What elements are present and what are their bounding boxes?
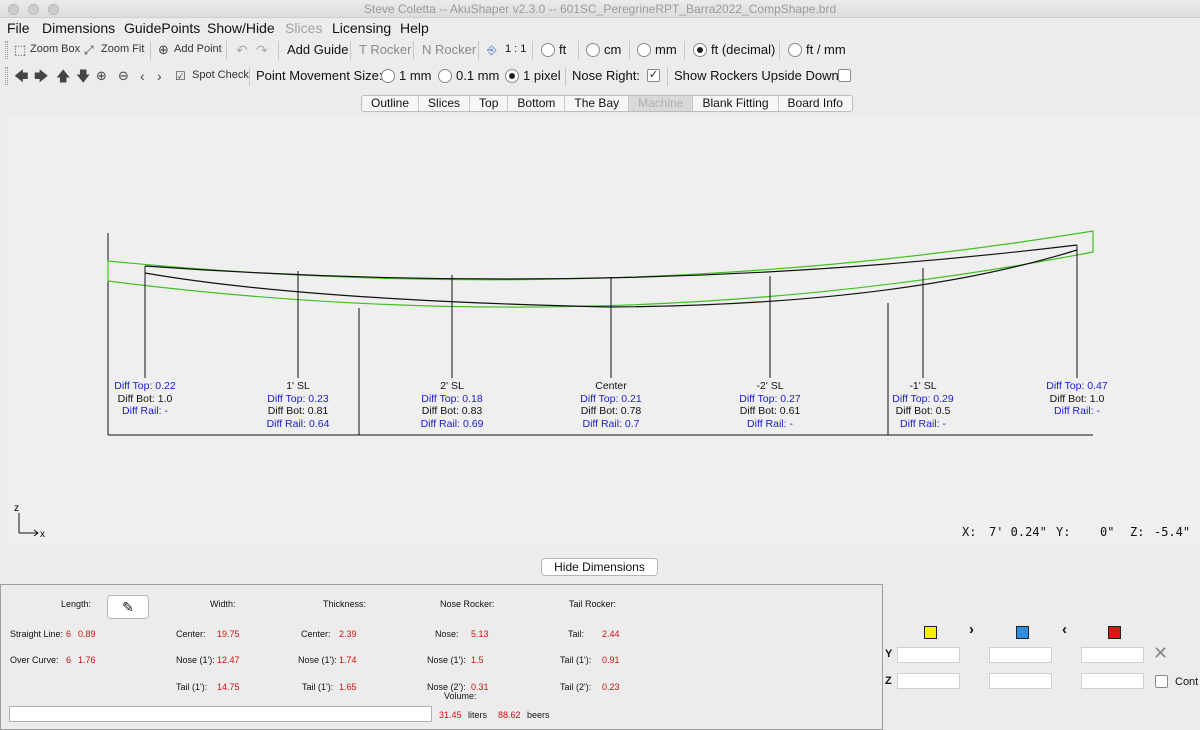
station-diff-rail: Diff Rail: -: [122, 405, 168, 417]
chevron-left-icon[interactable]: ‹: [1062, 622, 1067, 638]
guide-y-field-2[interactable]: [989, 647, 1052, 663]
width-tail-label: Tail (1'):: [176, 682, 208, 692]
tr-tail-label: Tail:: [568, 629, 585, 639]
station-diff-bot: Diff Bot: 0.83: [422, 405, 483, 417]
station-diff-rail: Diff Rail: 0.64: [267, 418, 330, 430]
station-title: -2' SL: [756, 380, 783, 392]
thick-nose-label: Nose (1'):: [298, 655, 337, 665]
station-diff-top: Diff Top: 0.27: [739, 393, 801, 405]
straight-line-ft: 6: [66, 629, 72, 639]
tr-tail-value: 2.44: [602, 629, 620, 639]
width-center-value: 19.75: [217, 629, 240, 639]
volume-label: Volume:: [444, 691, 477, 701]
width-nose-label: Nose (1'):: [176, 655, 215, 665]
station-diff-top: Diff Top: 0.23: [267, 393, 329, 405]
guide-z-field-3[interactable]: [1081, 673, 1144, 689]
tr-tail2-value: 0.23: [602, 682, 620, 692]
beers-label: beers: [527, 710, 550, 720]
guide-y-field-1[interactable]: [897, 647, 960, 663]
coord-z-label: Z:: [1130, 525, 1145, 539]
over-curve-ft: 6: [66, 655, 72, 665]
coord-z-value: -5.4": [1154, 525, 1191, 539]
tr-tail1-value: 0.91: [602, 655, 620, 665]
thick-tail-label: Tail (1'):: [302, 682, 334, 692]
coord-y-label: Y:: [1056, 525, 1071, 539]
hide-dimensions-button[interactable]: Hide Dimensions: [541, 558, 658, 576]
nose-rocker-label: Nose Rocker:: [440, 599, 495, 609]
board-deck-line: [144, 244, 1078, 280]
thick-tail-value: 1.65: [339, 682, 357, 692]
station-diff-bot: Diff Bot: 1.0: [1050, 393, 1105, 405]
coord-x-label: X:: [962, 525, 977, 539]
station-diff-bot: Diff Bot: 0.81: [268, 405, 329, 417]
over-curve-label: Over Curve:: [10, 655, 59, 665]
volume-liters-value: 31.45: [439, 710, 462, 720]
nr-nose1-value: 1.5: [471, 655, 484, 665]
station-diff-top: Diff Top: 0.29: [892, 393, 954, 405]
close-icon[interactable]: ✕: [1153, 644, 1168, 662]
coord-x-value: 7' 0.24": [989, 525, 1047, 539]
tr-tail2-label: Tail (2'):: [560, 682, 592, 692]
station-diff-bot: Diff Bot: 0.78: [581, 405, 642, 417]
guide-y-field-3[interactable]: [1081, 647, 1144, 663]
station-diff-top: Diff Top: 0.21: [580, 393, 642, 405]
yellow-guide-swatch[interactable]: [924, 626, 937, 639]
guide-z-field-1[interactable]: [897, 673, 960, 689]
edit-length-button[interactable]: ✎: [107, 595, 149, 619]
station-diff-rail: Diff Rail: -: [900, 418, 946, 430]
station-diff-top: Diff Top: 0.18: [421, 393, 483, 405]
station-diff-top: Diff Top: 0.22: [114, 380, 176, 392]
z-axis-label: z: [14, 503, 19, 514]
tail-rocker-label: Tail Rocker:: [569, 599, 617, 609]
thickness-label: Thickness:: [323, 599, 367, 609]
width-label: Width:: [210, 599, 236, 609]
straight-line-in: 0.89: [78, 629, 96, 639]
dimensions-panel: Length: ✎ Straight Line: 6 0.89 Over Cur…: [0, 584, 883, 730]
nr-nose1-label: Nose (1'):: [427, 655, 466, 665]
chevron-right-icon[interactable]: ›: [969, 622, 974, 638]
tr-tail1-label: Tail (1'):: [560, 655, 592, 665]
guide-z-label: Z: [885, 675, 892, 687]
width-tail-value: 14.75: [217, 682, 240, 692]
x-axis-label: x: [40, 529, 45, 540]
guide-y-label: Y: [885, 648, 893, 660]
thick-center-value: 2.39: [339, 629, 357, 639]
thick-center-label: Center:: [301, 629, 331, 639]
blank-outline: [107, 230, 1094, 308]
station-diff-bot: Diff Bot: 1.0: [118, 393, 173, 405]
coord-y-value: 0": [1100, 525, 1115, 539]
thick-nose-value: 1.74: [339, 655, 357, 665]
station-title: Center: [595, 380, 627, 392]
blue-guide-swatch[interactable]: [1016, 626, 1029, 639]
nr-nose-label: Nose:: [435, 629, 459, 639]
straight-line-label: Straight Line:: [10, 629, 64, 639]
length-label: Length:: [61, 599, 92, 609]
pencil-icon: ✎: [122, 599, 134, 615]
station-diff-rail: Diff Rail: 0.7: [583, 418, 640, 430]
station-title: 1' SL: [286, 380, 310, 392]
station-diff-rail: Diff Rail: -: [747, 418, 793, 430]
station-title: -1' SL: [909, 380, 936, 392]
width-nose-value: 12.47: [217, 655, 240, 665]
continuous-checkbox[interactable]: [1155, 675, 1168, 688]
volume-beers-value: 88.62: [498, 710, 521, 720]
guide-z-field-2[interactable]: [989, 673, 1052, 689]
width-center-label: Center:: [176, 629, 206, 639]
station-diff-top: Diff Top: 0.47: [1046, 380, 1108, 392]
station-diff-bot: Diff Bot: 0.5: [896, 405, 951, 417]
station-diff-rail: Diff Rail: 0.69: [421, 418, 484, 430]
continuous-label: Cont: [1175, 676, 1199, 688]
liters-label: liters: [468, 710, 488, 720]
station-title: 2' SL: [440, 380, 464, 392]
over-curve-in: 1.76: [78, 655, 96, 665]
station-diff-rail: Diff Rail: -: [1054, 405, 1100, 417]
station-diff-bot: Diff Bot: 0.61: [740, 405, 801, 417]
nr-nose-value: 5.13: [471, 629, 489, 639]
volume-progress-bar: [9, 706, 432, 722]
red-guide-swatch[interactable]: [1108, 626, 1121, 639]
